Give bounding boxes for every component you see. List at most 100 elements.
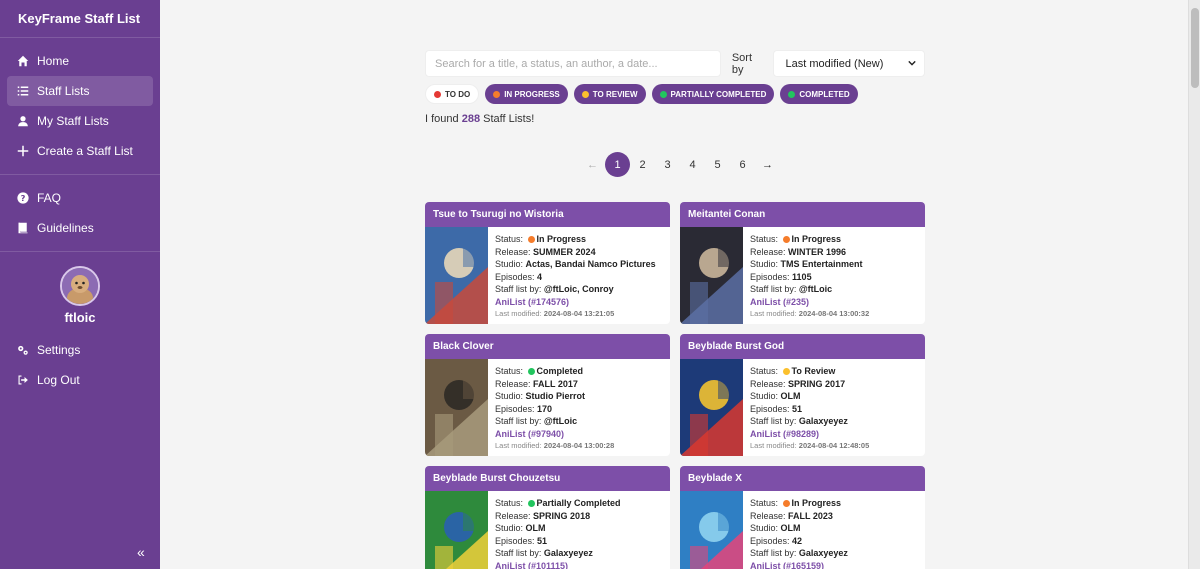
status-row: Status: In Progress [750,497,848,510]
card-title[interactable]: Beyblade Burst Chouzetsu [425,466,670,491]
anilist-link[interactable]: AniList (#165159) [750,561,824,569]
page-4[interactable]: 4 [680,152,705,177]
episodes-value: 42 [792,535,803,546]
anilist-row: AniList (#97940) [495,428,614,441]
release-value: SUMMER 2024 [533,246,596,257]
filter-to-review[interactable]: To Review [573,84,646,104]
release-value: SPRING 2018 [533,510,591,521]
staff-list-card[interactable]: Tsue to Tsurugi no Wistoria Status: In Pr… [425,202,670,324]
release-row: Release: SUMMER 2024 [495,246,656,259]
release-value: FALL 2017 [533,378,578,389]
status-value: In Progress [536,234,587,244]
card-title[interactable]: Beyblade X [680,466,925,491]
studio-label: Studio: [495,259,524,269]
studio-row: Studio: Actas, Bandai Namco Pictures [495,258,656,271]
sidebar-item-guidelines[interactable]: Guidelines [7,213,153,243]
sidebar-item-home[interactable]: Home [7,46,153,76]
last-modified-value: 2024-08-04 13:00:32 [798,309,870,318]
anilist-link[interactable]: AniList (#97940) [495,429,564,439]
release-row: Release: SPRING 2018 [495,510,621,523]
sidebar-item-staff-lists[interactable]: Staff Lists [7,76,153,106]
status-dot-icon [782,368,790,375]
last-modified-row: Last modified: 2024-08-04 13:00:32 [750,308,869,321]
filter-in-progress[interactable]: In Progress [485,84,568,104]
sidebar-item-label: FAQ [37,191,62,205]
studio-value: OLM [780,391,801,401]
sort-select[interactable]: Last modified (New) [772,50,926,77]
status-dot-icon [527,236,535,243]
staff-list-card[interactable]: Beyblade Burst Chouzetsu Status: Partiall… [425,466,670,569]
card-info: Status: To Review Release: SPRING 2017 Stu… [743,359,869,456]
card-body: Status: In Progress Release: SUMMER 2024 S… [425,227,670,324]
anilist-link[interactable]: AniList (#235) [750,297,809,307]
card-title[interactable]: Beyblade Burst God [680,334,925,359]
anime-poster[interactable] [680,227,743,324]
episodes-row: Episodes: 51 [495,535,621,548]
card-title[interactable]: Tsue to Tsurugi no Wistoria [425,202,670,227]
status-row: Status: Completed [495,365,614,378]
studio-label: Studio: [495,391,524,401]
last-modified-label: Last modified: [495,441,542,450]
scrollbar-thumb[interactable] [1191,8,1199,88]
page-3[interactable]: 3 [655,152,680,177]
results-suffix: Staff Lists! [483,113,535,125]
card-title[interactable]: Meitantei Conan [680,202,925,227]
list-icon [17,85,29,97]
filter-partially-completed[interactable]: Partially Completed [651,84,775,104]
sidebar-item-faq[interactable]: ? FAQ [7,183,153,213]
sidebar-item-logout[interactable]: Log Out [7,365,153,395]
anilist-link[interactable]: AniList (#174576) [495,297,569,307]
filter-label: In Progress [504,89,560,99]
release-row: Release: WINTER 1996 [750,246,869,259]
search-input[interactable] [425,50,721,77]
page-5[interactable]: 5 [705,152,730,177]
anime-poster[interactable] [680,359,743,456]
staff-by-value: @ftLoic [543,416,578,426]
staff-list-card[interactable]: Meitantei Conan Status: In Progress Releas… [680,202,925,324]
anime-poster[interactable] [425,227,488,324]
profile-nav: Settings Log Out [0,325,160,395]
book-icon [17,222,29,234]
card-title[interactable]: Black Clover [425,334,670,359]
avatar[interactable] [60,266,100,306]
collapse-sidebar-button[interactable]: « [137,544,145,560]
staff-list-card[interactable]: Beyblade Burst God Status: To Review Relea… [680,334,925,456]
card-info: Status: In Progress Release: SUMMER 2024 S… [488,227,656,324]
last-modified-label: Last modified: [750,441,797,450]
anime-poster[interactable] [680,491,743,569]
staff-list-card[interactable]: Black Clover Status: Completed Release: FA… [425,334,670,456]
status-dot-icon [493,90,501,98]
anime-poster[interactable] [425,359,488,456]
prev-page-button[interactable]: ← [580,152,605,177]
anilist-link[interactable]: AniList (#101115) [495,561,568,569]
episodes-label: Episodes: [750,535,790,546]
sidebar: KeyFrame Staff List Home Staff Lists My … [0,0,160,569]
staff-list-card[interactable]: Beyblade X Status: In Progress Release: FA… [680,466,925,569]
app-title[interactable]: KeyFrame Staff List [0,0,160,38]
filter-completed[interactable]: Completed [780,84,858,104]
filter-to-do[interactable]: To Do [425,84,480,104]
release-row: Release: FALL 2017 [495,378,614,391]
anime-poster[interactable] [425,491,488,569]
page-6[interactable]: 6 [730,152,755,177]
episodes-value: 4 [537,271,543,282]
status-dot-icon [527,368,535,375]
release-label: Release: [750,510,786,521]
release-value: SPRING 2017 [788,378,846,389]
main-content: Sort by Last modified (New) To Do In Prog… [160,0,1188,569]
page-2[interactable]: 2 [630,152,655,177]
sidebar-item-my-staff-lists[interactable]: My Staff Lists [7,106,153,136]
scrollbar[interactable] [1188,0,1200,569]
card-info: Status: In Progress Release: WINTER 1996 S… [743,227,869,324]
anilist-link[interactable]: AniList (#98289) [750,429,819,439]
studio-row: Studio: TMS Entertainment [750,258,869,271]
studio-label: Studio: [495,523,524,533]
status-dot-icon [581,90,589,98]
page-1[interactable]: 1 [605,152,630,177]
sidebar-item-label: Create a Staff List [37,144,133,158]
sidebar-item-create[interactable]: Create a Staff List [7,136,153,166]
next-page-button[interactable]: → [755,152,780,177]
episodes-row: Episodes: 4 [495,271,656,284]
sidebar-item-settings[interactable]: Settings [7,335,153,365]
status-row: Status: To Review [750,365,869,378]
